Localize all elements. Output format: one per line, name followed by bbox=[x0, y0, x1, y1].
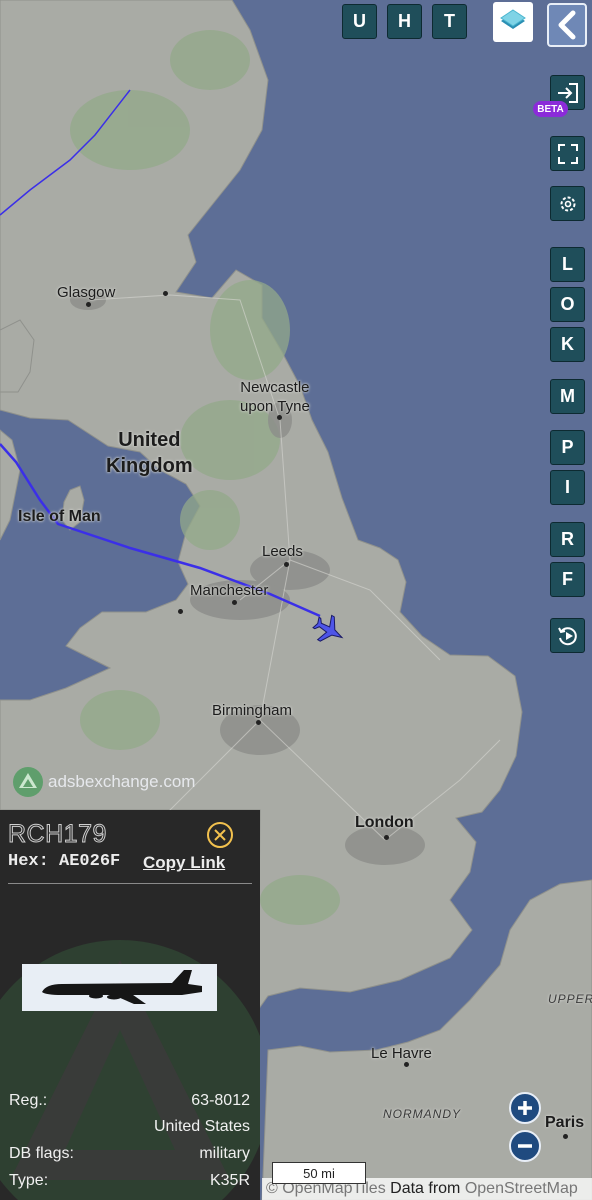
fullscreen-button[interactable] bbox=[550, 136, 585, 171]
label-manchester: Manchester bbox=[190, 582, 269, 599]
close-panel-button[interactable] bbox=[207, 822, 233, 848]
callsign: RCH179 bbox=[8, 820, 107, 849]
replay-icon bbox=[557, 626, 577, 645]
hex-row: Hex: AE026F bbox=[8, 852, 120, 871]
aircraft-info-panel: RCH179 Hex: AE026F Copy Link Reg.: 63-80… bbox=[0, 810, 260, 1200]
m-button[interactable]: M bbox=[550, 379, 585, 414]
aircraft-photo[interactable] bbox=[22, 964, 217, 1011]
adsbexchange-watermark: adsbexchange.com bbox=[12, 766, 195, 798]
label-leeds: Leeds bbox=[262, 543, 303, 560]
k-button[interactable]: K bbox=[550, 327, 585, 362]
collapse-sidebar-button[interactable] bbox=[547, 3, 587, 47]
p-button[interactable]: P bbox=[550, 430, 585, 465]
r-button[interactable]: R bbox=[550, 522, 585, 557]
u-button[interactable]: U bbox=[342, 4, 377, 39]
label-united-kingdom: United Kingdom bbox=[106, 429, 193, 477]
db-flags-value: military bbox=[199, 1145, 250, 1162]
attribution-middle: Data from bbox=[385, 1180, 465, 1197]
label-newcastle: Newcastle upon Tyne bbox=[240, 379, 310, 415]
label-london: London bbox=[355, 814, 414, 831]
reg-value: 63-8012 bbox=[191, 1092, 250, 1109]
t-button[interactable]: T bbox=[432, 4, 467, 39]
o-button[interactable]: O bbox=[550, 287, 585, 322]
paris-dot bbox=[563, 1134, 568, 1139]
type-value: K35R bbox=[209, 1172, 250, 1189]
label-birmingham: Birmingham bbox=[212, 702, 293, 719]
hex-value: AE026F bbox=[59, 852, 121, 871]
label-isle-of-man: Isle of Man bbox=[18, 508, 101, 525]
copy-link[interactable]: Copy Link bbox=[143, 853, 225, 873]
layers-icon bbox=[500, 9, 526, 29]
db-flags-label: DB flags: bbox=[9, 1145, 74, 1162]
chevron-left-icon bbox=[558, 10, 576, 40]
label-le-havre: Le Havre bbox=[371, 1045, 432, 1062]
layers-button[interactable] bbox=[493, 2, 533, 42]
country-value: United States bbox=[153, 1118, 250, 1135]
expand-icon bbox=[557, 143, 578, 164]
adsbexchange-logo-icon bbox=[13, 767, 43, 797]
minus-icon bbox=[518, 1144, 532, 1148]
glasgow-dot bbox=[86, 302, 91, 307]
beta-badge: BETA bbox=[533, 101, 568, 117]
panel-divider bbox=[8, 883, 252, 884]
aircraft-silhouette-image bbox=[22, 964, 217, 1011]
label-upper: UPPER bbox=[548, 992, 592, 1006]
edinburgh-dot bbox=[163, 291, 168, 296]
gear-icon bbox=[560, 196, 575, 211]
le-havre-dot bbox=[404, 1062, 409, 1067]
zoom-out-button[interactable] bbox=[509, 1130, 541, 1162]
label-normandy: NORMANDY bbox=[383, 1107, 462, 1121]
close-icon bbox=[214, 829, 226, 841]
liverpool-dot bbox=[178, 609, 183, 614]
zoom-in-button[interactable] bbox=[509, 1092, 541, 1124]
replay-button[interactable] bbox=[550, 618, 585, 653]
f-button[interactable]: F bbox=[550, 562, 585, 597]
scale-bar: 50 mi bbox=[272, 1162, 366, 1184]
label-glasgow: Glasgow bbox=[57, 284, 116, 301]
label-paris: Paris bbox=[545, 1114, 585, 1131]
settings-button[interactable] bbox=[550, 186, 585, 221]
l-button[interactable]: L bbox=[550, 247, 585, 282]
reg-label: Reg.: bbox=[9, 1092, 48, 1109]
leeds-dot bbox=[284, 562, 289, 567]
hex-label: Hex: bbox=[8, 852, 49, 871]
watermark-text: adsbexchange.com bbox=[48, 772, 196, 791]
h-button[interactable]: H bbox=[387, 4, 422, 39]
london-dot bbox=[384, 835, 389, 840]
type-label: Type: bbox=[9, 1172, 49, 1189]
manchester-dot bbox=[232, 600, 237, 605]
birmingham-dot bbox=[256, 720, 261, 725]
openstreetmap-link[interactable]: OpenStreetMap bbox=[465, 1180, 578, 1198]
plus-icon bbox=[518, 1101, 532, 1115]
i-button[interactable]: I bbox=[550, 470, 585, 505]
